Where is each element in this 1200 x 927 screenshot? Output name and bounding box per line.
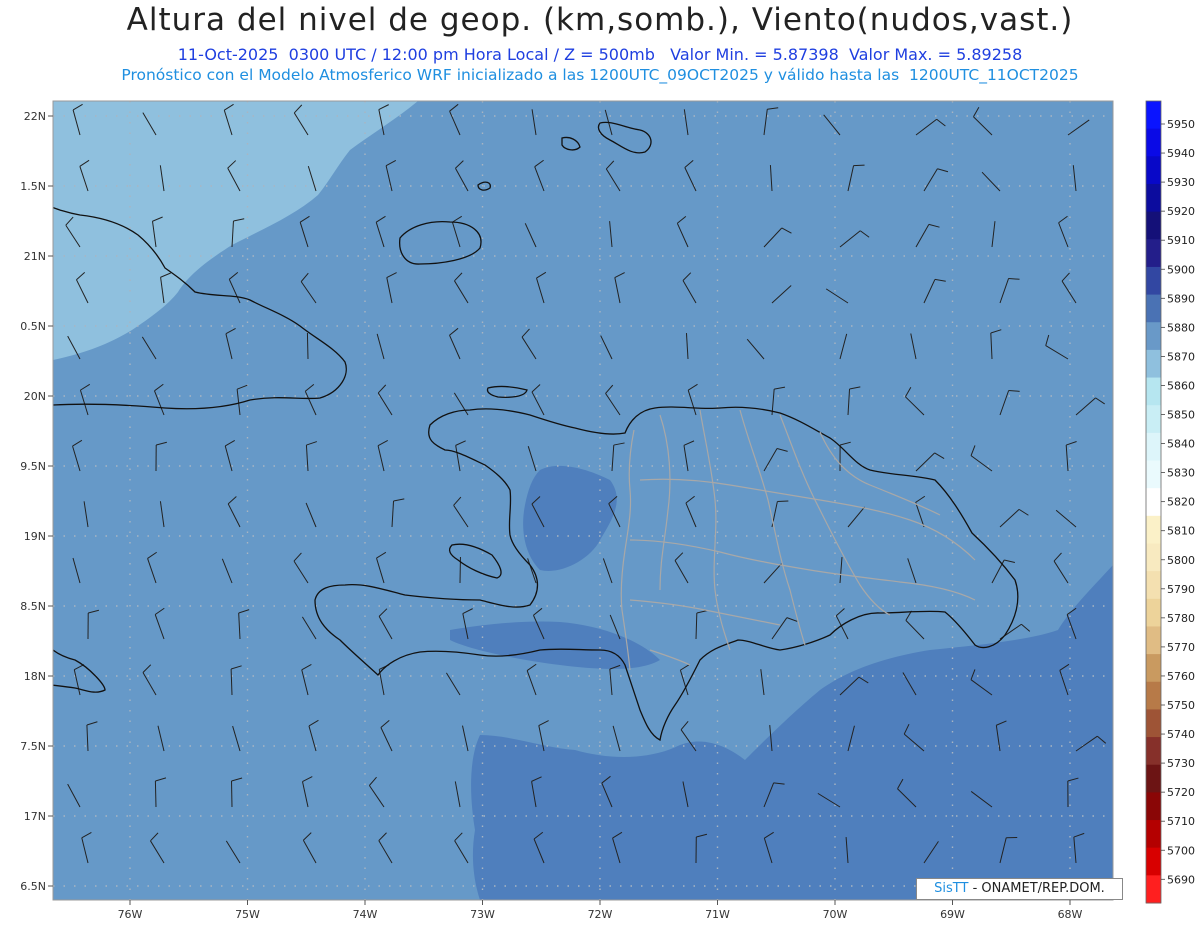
colorbar-label: 5710 xyxy=(1167,815,1195,828)
colorbar-label: 5760 xyxy=(1167,670,1195,683)
barb-flag xyxy=(853,164,865,167)
colorbar-segment xyxy=(1146,432,1161,462)
colorbar-label: 5830 xyxy=(1167,467,1195,480)
colorbar-label: 5690 xyxy=(1167,873,1195,886)
colorbar-label: 5720 xyxy=(1167,786,1195,799)
colorbar-segment xyxy=(1146,654,1161,683)
colorbar-segment xyxy=(1146,792,1161,821)
lon-label: 71W xyxy=(705,908,730,921)
colorbar-segment xyxy=(1146,847,1161,876)
colorbar-label: 5870 xyxy=(1167,350,1195,363)
lon-label: 75W xyxy=(235,908,260,921)
colorbar-segment xyxy=(1146,875,1161,904)
wind-barb xyxy=(306,332,309,360)
lat-label: 7.5N xyxy=(20,740,46,753)
lat-label: 1.5N xyxy=(20,180,46,193)
colorbar-label: 5740 xyxy=(1167,728,1195,741)
colorbar-label: 5770 xyxy=(1167,641,1195,654)
barb-shaft xyxy=(154,780,157,808)
lat-label: 8.5N xyxy=(20,600,46,613)
lat-label: 18N xyxy=(24,670,46,683)
colorbar-segment xyxy=(1146,460,1161,489)
colorbar-label: 5880 xyxy=(1167,321,1195,334)
colorbar-segment xyxy=(1146,515,1161,544)
lat-label: 22N xyxy=(24,110,46,123)
credit-text: - ONAMET/REP.DOM. xyxy=(968,881,1105,896)
colorbar-segment xyxy=(1146,377,1161,406)
colorbar-label: 5790 xyxy=(1167,583,1195,596)
barb-flag xyxy=(777,500,789,503)
lon-label: 76W xyxy=(118,908,143,921)
lat-label: 19N xyxy=(24,530,46,543)
colorbar-segment xyxy=(1146,571,1161,600)
colorbar-label: 5900 xyxy=(1167,263,1195,276)
credit-box: SisTT - ONAMET/REP.DOM. xyxy=(916,878,1123,900)
colorbar-segment xyxy=(1146,681,1161,710)
colorbar-segment xyxy=(1146,626,1161,655)
colorbar-segment xyxy=(1146,322,1161,351)
latitude-labels: 22N 1.5N 21N 0.5N 20N 9.5N 19N 8.5N 18N 7.5N 17N 6.… xyxy=(20,110,53,893)
colorbar-segment xyxy=(1146,737,1161,766)
plot-area xyxy=(53,101,1113,900)
geopotential-map: 22N 1.5N 21N 0.5N 20N 9.5N 19N 8.5N 18N 7.5N 17N 6.… xyxy=(20,100,1195,921)
longitude-labels: 76W 75W 74W 73W 72W 71W 70W 69W 68W xyxy=(118,900,1083,921)
colorbar-label: 5890 xyxy=(1167,292,1195,305)
colorbar-label: 5940 xyxy=(1167,147,1195,160)
lon-label: 74W xyxy=(353,908,378,921)
colorbar-segment xyxy=(1146,709,1161,738)
colorbar-segment xyxy=(1146,101,1161,130)
lon-label: 69W xyxy=(940,908,965,921)
credit-brand: SisTT xyxy=(934,881,969,896)
colorbar-label: 5910 xyxy=(1167,234,1195,247)
lat-label: 9.5N xyxy=(20,460,46,473)
lat-label: 17N xyxy=(24,810,46,823)
colorbar-segment xyxy=(1146,543,1161,572)
colorbar-label: 5750 xyxy=(1167,699,1195,712)
colorbar-label: 5730 xyxy=(1167,757,1195,770)
colorbar-label: 5780 xyxy=(1167,612,1195,625)
colorbar-segment xyxy=(1146,211,1161,240)
lon-label: 68W xyxy=(1058,908,1083,921)
colorbar-label: 5920 xyxy=(1167,205,1195,218)
colorbar-segment xyxy=(1146,405,1161,434)
lat-label: 6.5N xyxy=(20,880,46,893)
colorbar-label: 5950 xyxy=(1167,118,1195,131)
lat-label: 20N xyxy=(24,390,46,403)
colorbar-label: 5860 xyxy=(1167,379,1195,392)
colorbar-segment xyxy=(1146,294,1161,323)
barb-shaft xyxy=(306,332,309,360)
colorbar-segment xyxy=(1146,598,1161,627)
colorbar: 5950 5940 5930 5920 5910 5900 5890 5880 5870 5860… xyxy=(1145,100,1195,904)
colorbar-segment xyxy=(1146,239,1161,268)
colorbar-segment xyxy=(1146,764,1161,793)
colorbar-label: 5700 xyxy=(1167,844,1195,857)
lat-label: 0.5N xyxy=(20,320,46,333)
colorbar-segment xyxy=(1146,820,1161,849)
colorbar-segment xyxy=(1146,156,1161,185)
lon-label: 72W xyxy=(588,908,613,921)
colorbar-segment xyxy=(1146,488,1161,517)
lat-label: 21N xyxy=(24,250,46,263)
colorbar-segment xyxy=(1146,349,1161,379)
colorbar-label: 5820 xyxy=(1167,496,1195,509)
lon-label: 73W xyxy=(470,908,495,921)
colorbar-label: 5810 xyxy=(1167,525,1195,538)
colorbar-label: 5800 xyxy=(1167,554,1195,567)
lon-label: 70W xyxy=(823,908,848,921)
colorbar-label: 5840 xyxy=(1167,438,1195,451)
colorbar-segment xyxy=(1146,183,1161,213)
colorbar-segment xyxy=(1146,266,1161,296)
colorbar-label: 5850 xyxy=(1167,409,1195,422)
colorbar-label: 5930 xyxy=(1167,176,1195,189)
colorbar-segment xyxy=(1146,128,1161,157)
